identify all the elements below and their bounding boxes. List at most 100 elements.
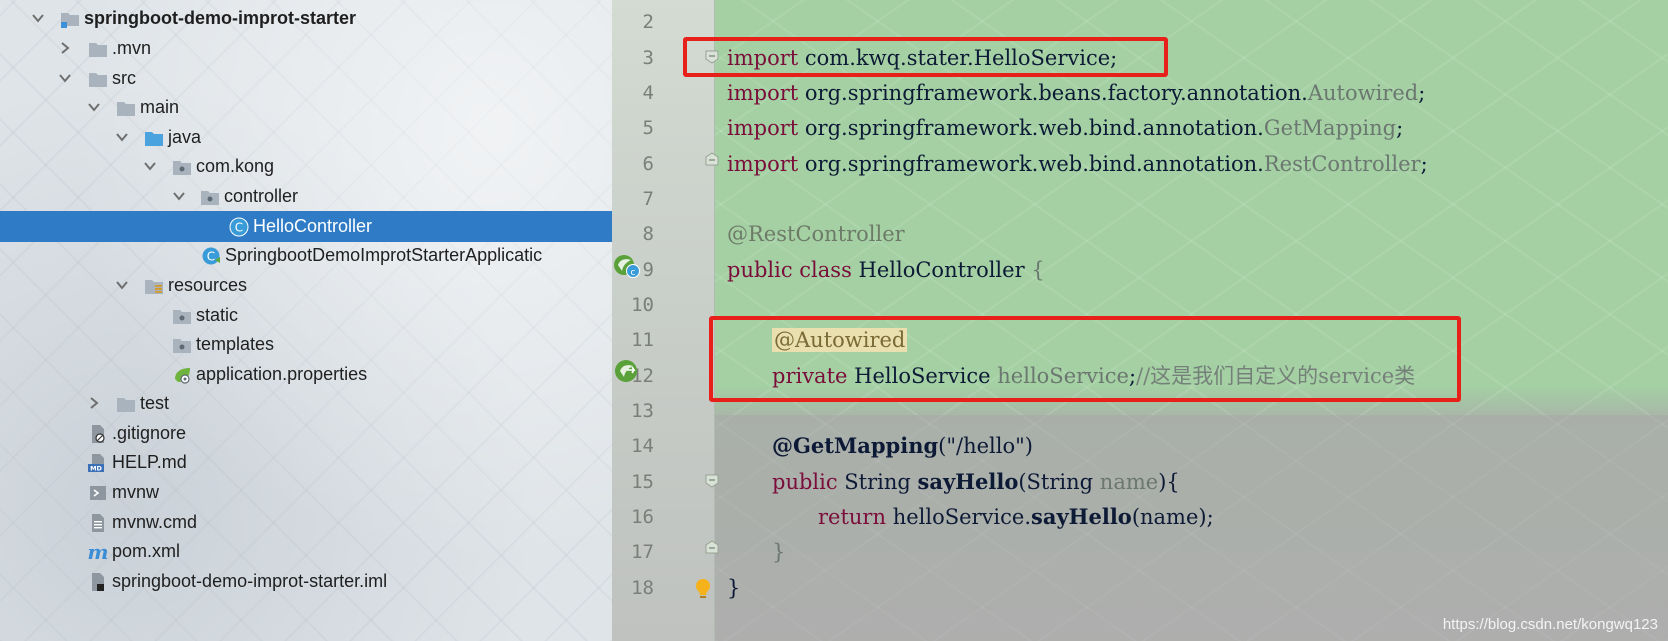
tree-item-label: .gitignore bbox=[112, 423, 187, 443]
line-number: 18 bbox=[631, 577, 654, 599]
tree-item-label: mvnw.cmd bbox=[112, 512, 198, 532]
tree-item-label: mvnw bbox=[112, 482, 160, 502]
line-number: 5 bbox=[642, 117, 654, 139]
tree-item-resources[interactable]: resources bbox=[0, 270, 612, 301]
autowired-gutter-icon[interactable] bbox=[612, 357, 642, 385]
package-icon bbox=[200, 187, 220, 207]
tree-item-hellocontroller[interactable]: C HelloController bbox=[0, 211, 612, 242]
code-line-7[interactable]: 7 bbox=[612, 180, 1668, 217]
chevron-down-icon[interactable] bbox=[58, 71, 72, 85]
tree-item-java[interactable]: java bbox=[0, 122, 612, 153]
chevron-down-icon[interactable] bbox=[31, 11, 45, 25]
tree-item-label: main bbox=[140, 97, 180, 117]
code-line-6[interactable]: 6 import org.springframework.web.bind.an… bbox=[612, 145, 1668, 182]
tree-item-mvnw[interactable]: mvnw bbox=[0, 477, 612, 508]
code-line-14[interactable]: 14 @GetMapping("/hello") bbox=[612, 427, 1668, 464]
tree-item-application-properties[interactable]: application.properties bbox=[0, 359, 612, 390]
chevron-right-icon[interactable] bbox=[58, 41, 72, 55]
tree-item-mvn[interactable]: .mvn bbox=[0, 33, 612, 64]
highlight-box-autowired bbox=[709, 316, 1461, 402]
folder-icon bbox=[172, 335, 192, 355]
tree-item-controller[interactable]: controller bbox=[0, 181, 612, 212]
markdown-file-icon: MD bbox=[88, 453, 108, 473]
module-file-icon bbox=[88, 572, 108, 592]
tree-item-test[interactable]: test bbox=[0, 388, 612, 419]
module-folder-icon bbox=[60, 9, 80, 29]
code-text: @GetMapping("/hello") bbox=[772, 433, 1033, 458]
line-number: 10 bbox=[631, 294, 654, 316]
tree-item-project-root[interactable]: springboot-demo-improt-starter bbox=[0, 3, 612, 34]
tree-item-application-class[interactable]: C SpringbootDemoImprotStarterApplicatic bbox=[0, 240, 612, 271]
chevron-down-icon[interactable] bbox=[172, 189, 186, 203]
fold-marker-icon[interactable] bbox=[704, 473, 720, 489]
chevron-down-icon[interactable] bbox=[115, 278, 129, 292]
package-icon bbox=[172, 157, 192, 177]
tree-item-help-md[interactable]: MD HELP.md bbox=[0, 447, 612, 478]
tree-item-com-kong[interactable]: com.kong bbox=[0, 151, 612, 182]
tree-item-iml[interactable]: springboot-demo-improt-starter.iml bbox=[0, 566, 612, 597]
tree-item-src[interactable]: src bbox=[0, 63, 612, 94]
code-text: @RestController bbox=[727, 222, 905, 246]
line-number: 8 bbox=[642, 223, 654, 245]
folder-icon bbox=[116, 394, 136, 414]
tree-item-label: src bbox=[112, 68, 136, 88]
lightbulb-icon[interactable] bbox=[694, 578, 712, 600]
line-number: 4 bbox=[642, 82, 654, 104]
tree-item-label: HELP.md bbox=[112, 452, 187, 472]
line-number: 16 bbox=[631, 506, 654, 528]
line-number: 13 bbox=[631, 400, 654, 422]
fold-marker-icon[interactable] bbox=[704, 151, 720, 167]
source-folder-icon bbox=[144, 128, 164, 148]
line-number: 2 bbox=[642, 11, 654, 33]
svg-text:C: C bbox=[235, 221, 243, 235]
code-text: import org.springframework.web.bind.anno… bbox=[727, 116, 1404, 140]
code-text: } bbox=[727, 576, 741, 600]
java-class-icon: C bbox=[229, 217, 249, 237]
tree-item-main[interactable]: main bbox=[0, 92, 612, 123]
project-tree-panel: springboot-demo-improt-starter .mvn src … bbox=[0, 0, 612, 641]
code-line-5[interactable]: 5 import org.springframework.web.bind.an… bbox=[612, 109, 1668, 146]
folder-icon bbox=[172, 306, 192, 326]
watermark: https://blog.csdn.net/kongwq123 bbox=[1442, 616, 1658, 633]
tree-item-label: controller bbox=[224, 186, 299, 206]
code-text: import org.springframework.web.bind.anno… bbox=[727, 152, 1428, 176]
tree-item-gitignore[interactable]: .gitignore bbox=[0, 418, 612, 449]
tree-item-mvnw-cmd[interactable]: mvnw.cmd bbox=[0, 507, 612, 538]
chevron-down-icon[interactable] bbox=[143, 159, 157, 173]
line-number: 14 bbox=[631, 435, 654, 457]
maven-icon: m bbox=[88, 542, 108, 562]
code-line-16[interactable]: 16 return helloService.sayHello(name); bbox=[612, 498, 1668, 535]
folder-icon bbox=[88, 69, 108, 89]
code-line-4[interactable]: 4 import org.springframework.beans.facto… bbox=[612, 74, 1668, 111]
svg-text:c: c bbox=[631, 268, 636, 278]
line-number: 17 bbox=[631, 541, 654, 563]
tree-item-pom-xml[interactable]: m pom.xml bbox=[0, 536, 612, 567]
text-file-icon bbox=[88, 513, 108, 533]
code-line-8[interactable]: 8 @RestController bbox=[612, 215, 1668, 252]
chevron-down-icon[interactable] bbox=[87, 100, 101, 114]
chevron-right-icon[interactable] bbox=[87, 396, 101, 410]
line-number: 7 bbox=[642, 188, 654, 210]
spring-bean-gutter-icon[interactable]: c bbox=[612, 253, 642, 281]
tree-item-static[interactable]: static bbox=[0, 300, 612, 331]
tree-item-label: springboot-demo-improt-starter bbox=[84, 8, 356, 28]
tree-item-label: pom.xml bbox=[112, 541, 181, 561]
line-number: 3 bbox=[642, 47, 654, 69]
chevron-down-icon[interactable] bbox=[115, 130, 129, 144]
tree-item-label: HelloController bbox=[253, 216, 373, 236]
code-text: return helloService.sayHello(name); bbox=[818, 504, 1214, 529]
tree-item-label: application.properties bbox=[196, 364, 368, 384]
code-line-2[interactable]: 2 bbox=[612, 3, 1668, 40]
code-line-17[interactable]: 17 } bbox=[612, 533, 1668, 570]
svg-text:MD: MD bbox=[90, 465, 102, 473]
ignore-file-icon bbox=[88, 424, 108, 444]
tree-item-label: .mvn bbox=[112, 38, 152, 58]
tree-item-label: test bbox=[140, 393, 170, 413]
tree-item-label: SpringbootDemoImprotStarterApplicatic bbox=[225, 245, 543, 265]
code-text: } bbox=[772, 540, 786, 564]
fold-marker-icon[interactable] bbox=[704, 539, 720, 555]
code-line-9[interactable]: 9 public class HelloController { bbox=[612, 251, 1668, 288]
tree-item-templates[interactable]: templates bbox=[0, 329, 612, 360]
code-line-18[interactable]: 18 } bbox=[612, 569, 1668, 606]
code-line-15[interactable]: 15 public String sayHello(String name){ bbox=[612, 463, 1668, 500]
